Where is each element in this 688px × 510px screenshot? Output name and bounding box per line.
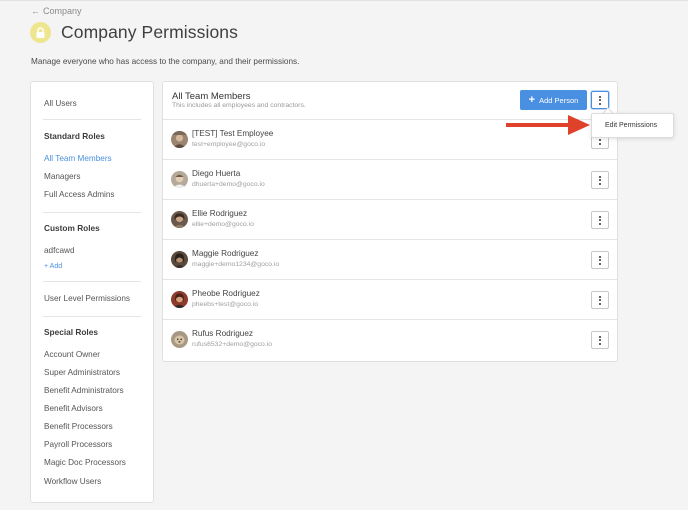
sidebar-item-benefit-administrators[interactable]: Benefit Administrators — [44, 386, 124, 395]
row-more-options-button[interactable] — [591, 251, 609, 269]
kebab-dot — [599, 302, 601, 305]
back-link[interactable]: ← Company — [31, 6, 82, 16]
avatar — [171, 211, 188, 228]
back-arrow-icon: ← — [31, 6, 40, 16]
avatar — [171, 331, 188, 348]
kebab-dot — [599, 179, 601, 181]
kebab-dot — [599, 342, 601, 345]
sidebar-item-managers[interactable]: Managers — [44, 172, 80, 181]
member-row[interactable]: Ellie Rodriguez ellie+demo@goco.io — [163, 199, 617, 239]
member-name: Maggie Rodriguez — [192, 249, 259, 258]
row-more-options-button[interactable] — [591, 171, 609, 189]
row-more-options-button[interactable] — [591, 211, 609, 229]
member-row[interactable]: Rufus Rodriguez rufus6532+demo@goco.io — [163, 319, 617, 359]
add-custom-role-link[interactable]: + Add — [44, 263, 62, 270]
member-email: rufus6532+demo@goco.io — [192, 341, 273, 348]
panel-more-options-button[interactable] — [591, 91, 609, 109]
kebab-dot — [599, 175, 601, 178]
sidebar-item-all-team-members[interactable]: All Team Members — [44, 154, 112, 163]
kebab-dot — [599, 139, 601, 141]
member-row[interactable]: Pheobe Rodriguez pheebs+test@goco.io — [163, 279, 617, 319]
member-name: [TEST] Test Employee — [192, 129, 274, 138]
kebab-dot — [599, 215, 601, 218]
avatar — [171, 131, 188, 148]
kebab-dot — [599, 339, 601, 341]
sidebar-item-full-access-admins[interactable]: Full Access Admins — [44, 190, 115, 199]
back-link-label: Company — [43, 6, 82, 16]
top-divider — [0, 0, 688, 1]
sidebar-item-account-owner[interactable]: Account Owner — [44, 350, 100, 359]
sidebar-item-benefit-advisors[interactable]: Benefit Advisors — [44, 404, 103, 413]
add-person-label: Add Person — [539, 95, 579, 105]
kebab-dot — [599, 95, 601, 98]
kebab-dot — [599, 222, 601, 225]
kebab-dot — [599, 335, 601, 338]
sidebar-item-magic-doc-processors[interactable]: Magic Doc Processors — [44, 458, 126, 467]
roles-sidebar: All Users Standard Roles All Team Member… — [30, 81, 154, 503]
annotation-arrow-icon — [506, 115, 590, 135]
row-more-options-button[interactable] — [591, 331, 609, 349]
kebab-dot — [599, 262, 601, 265]
member-email: ellie+demo@goco.io — [192, 221, 254, 228]
member-email: test+employee@goco.io — [192, 141, 266, 148]
panel-subtitle: This includes all employees and contract… — [172, 102, 306, 109]
kebab-dot — [599, 295, 601, 298]
avatar — [171, 291, 188, 308]
kebab-dot — [599, 255, 601, 258]
sidebar-item-payroll-processors[interactable]: Payroll Processors — [44, 440, 112, 449]
member-name: Diego Huerta — [192, 169, 241, 178]
row-more-options-button[interactable] — [591, 291, 609, 309]
kebab-dot — [599, 102, 601, 105]
special-roles-heading: Special Roles — [44, 327, 98, 337]
avatar — [171, 251, 188, 268]
member-email: maggie+demo1234@goco.io — [192, 261, 280, 268]
member-name: Rufus Rodriguez — [192, 329, 253, 338]
page-description: Manage everyone who has access to the co… — [31, 57, 300, 66]
sidebar-item-workflow-users[interactable]: Workflow Users — [44, 477, 101, 486]
sidebar-item-super-administrators[interactable]: Super Administrators — [44, 368, 120, 377]
kebab-dot — [599, 142, 601, 145]
kebab-dot — [599, 259, 601, 261]
sidebar-item-adfcawd[interactable]: adfcawd — [44, 246, 75, 255]
member-row[interactable]: Maggie Rodriguez maggie+demo1234@goco.io — [163, 239, 617, 279]
kebab-dot — [599, 182, 601, 185]
sidebar-divider — [43, 316, 141, 317]
kebab-dot — [599, 219, 601, 221]
more-options-dropdown: Edit Permissions — [591, 113, 674, 138]
sidebar-item-user-level-permissions[interactable]: User Level Permissions — [44, 294, 130, 303]
kebab-dot — [599, 99, 601, 101]
member-name: Pheobe Rodriguez — [192, 289, 260, 298]
sidebar-item-all-users[interactable]: All Users — [44, 99, 77, 108]
sidebar-divider — [43, 119, 141, 120]
sidebar-divider — [43, 212, 141, 213]
edit-permissions-menu-item[interactable]: Edit Permissions — [605, 122, 657, 129]
member-email: pheebs+test@goco.io — [192, 301, 259, 308]
member-name: Ellie Rodriguez — [192, 209, 248, 218]
sidebar-item-benefit-processors[interactable]: Benefit Processors — [44, 422, 113, 431]
kebab-dot — [599, 299, 601, 301]
member-row[interactable]: Diego Huerta dhuerta+demo@goco.io — [163, 159, 617, 199]
page-title: Company Permissions — [61, 22, 238, 42]
avatar — [171, 171, 188, 188]
member-email: dhuerta+demo@goco.io — [192, 181, 265, 188]
plus-icon: + — [528, 93, 536, 106]
panel-title: All Team Members — [172, 91, 251, 102]
lock-icon — [30, 22, 51, 43]
add-person-button[interactable]: + Add Person — [520, 90, 587, 110]
standard-roles-heading: Standard Roles — [44, 131, 105, 141]
sidebar-divider — [43, 281, 141, 282]
custom-roles-heading: Custom Roles — [44, 223, 100, 233]
